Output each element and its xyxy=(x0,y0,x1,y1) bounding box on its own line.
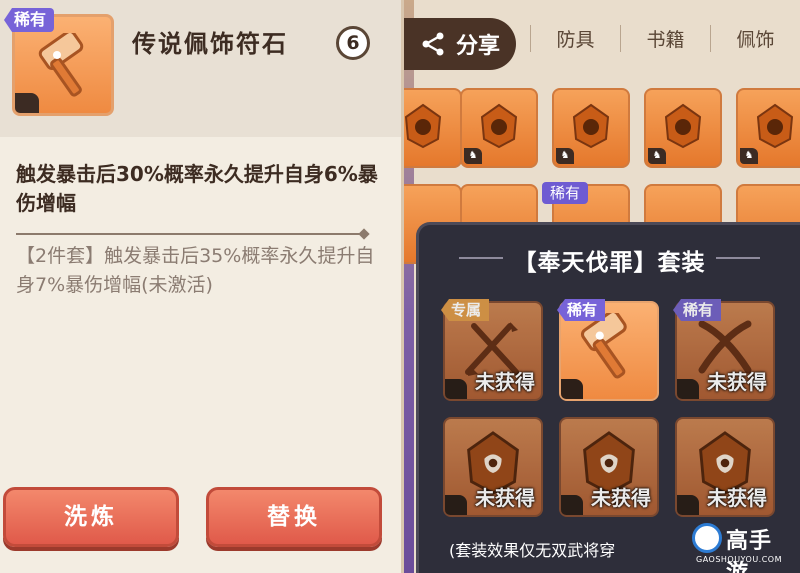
slot-status: 未获得 xyxy=(707,486,767,510)
set-title: 【奉天伐罪】套装 xyxy=(513,250,706,276)
hammer-icon xyxy=(580,313,627,379)
item-effect: 触发暴击后30%概率永久提升自身6%暴伤增幅 xyxy=(16,162,378,215)
tab-accessories[interactable]: 佩饰 xyxy=(710,24,800,52)
rare-badge: 稀有 xyxy=(542,182,589,204)
inventory-slot[interactable] xyxy=(404,88,462,168)
runestone-icon xyxy=(756,104,794,149)
category-strip xyxy=(404,0,414,573)
hammer-icon xyxy=(38,33,84,97)
slot-status: 未获得 xyxy=(707,370,767,394)
inventory-slot[interactable]: ♞ xyxy=(552,88,630,168)
set-slot-4[interactable]: 未获得 xyxy=(443,417,543,517)
exclusive-tag: 专属 xyxy=(441,299,490,321)
accessory-type-icon xyxy=(677,495,699,515)
set-slot-5[interactable]: 未获得 xyxy=(559,417,659,517)
divider xyxy=(16,233,364,235)
slot-status: 未获得 xyxy=(475,486,535,510)
equipment-type-icon: ♞ xyxy=(740,148,758,164)
slot-status: 未获得 xyxy=(591,486,651,510)
item-detail-panel: 稀有 传说佩饰符石 6 触发暴击后30%概率永久提升自身6%暴伤增幅 【2件套】… xyxy=(0,0,404,573)
inventory-slot[interactable]: ♞ xyxy=(736,88,800,168)
set-slot-6[interactable]: 未获得 xyxy=(675,417,775,517)
runestone-icon xyxy=(480,104,518,149)
runestone-icon xyxy=(404,104,442,149)
accessory-type-icon xyxy=(561,495,583,515)
watermark-url: GAOSHOUYOU.COM xyxy=(696,555,783,564)
runestone-icon xyxy=(572,104,610,149)
set-slot-2[interactable]: 稀有 xyxy=(557,299,659,401)
accessory-type-icon xyxy=(15,93,39,113)
set-bonus-effect: 【2件套】触发暴击后35%概率永久提升自身7%暴伤增幅(未激活) xyxy=(16,245,375,296)
rarity-tag: 稀有 xyxy=(4,8,55,32)
set-slot-3[interactable]: 未获得 稀有 xyxy=(673,299,775,401)
accessory-type-icon xyxy=(561,379,583,399)
equipment-type-icon: ♞ xyxy=(648,148,666,164)
accessory-type-icon xyxy=(445,495,467,515)
set-slot-1[interactable]: 未获得 专属 xyxy=(441,299,543,401)
accessory-type-icon xyxy=(677,379,699,399)
tab-books[interactable]: 书籍 xyxy=(620,24,710,52)
title-decoration xyxy=(716,257,760,259)
site-logo-icon xyxy=(692,523,722,553)
set-note: (套装效果仅无双武将穿 xyxy=(449,541,616,560)
inventory-slot[interactable]: ♞ xyxy=(644,88,722,168)
refine-button[interactable]: 洗炼 xyxy=(3,487,179,547)
replace-button[interactable]: 替换 xyxy=(206,487,382,547)
item-name: 传说佩饰符石 xyxy=(132,30,288,58)
slot-status: 未获得 xyxy=(475,370,535,394)
rare-tag: 稀有 xyxy=(557,299,606,321)
equipment-type-icon: ♞ xyxy=(556,148,574,164)
level-badge: 6 xyxy=(336,26,370,60)
category-tabs: 防具 书籍 佩饰 xyxy=(530,18,800,58)
inventory-slot[interactable]: ♞ xyxy=(460,88,538,168)
watermark-name: 高手游 xyxy=(726,529,773,573)
item-header: 稀有 传说佩饰符石 6 xyxy=(0,0,401,137)
runestone-icon xyxy=(664,104,702,149)
share-icon xyxy=(422,32,444,56)
equipment-type-icon: ♞ xyxy=(464,148,482,164)
share-button[interactable]: 分享 xyxy=(404,18,516,70)
tab-armor[interactable]: 防具 xyxy=(530,24,620,52)
accessory-type-icon xyxy=(445,379,467,399)
rare-tag: 稀有 xyxy=(673,299,722,321)
watermark: 高手游 GAOSHOUYOU.COM xyxy=(692,521,792,573)
share-label: 分享 xyxy=(455,34,500,59)
